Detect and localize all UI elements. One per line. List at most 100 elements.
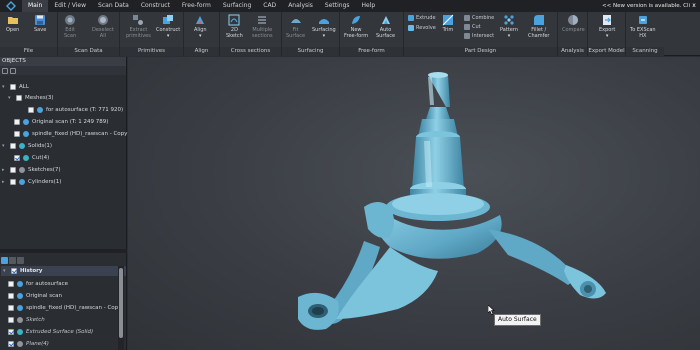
menu-surfacing[interactable]: Surfacing [217, 0, 257, 12]
panel-splitter[interactable] [0, 249, 127, 253]
filter-icon[interactable] [10, 67, 16, 74]
close-icon[interactable]: x [690, 0, 698, 12]
history-header[interactable]: ▾ History [1, 266, 126, 276]
menu-analysis[interactable]: Analysis [282, 0, 319, 12]
history-item[interactable]: for autosurface [8, 278, 68, 290]
save-button[interactable]: Save [34, 14, 46, 33]
collapse-all-icon[interactable] [2, 67, 8, 74]
ribbon-group-part-design: Extrude Revolve Trim Combine Cut Interse… [404, 12, 558, 56]
align-button[interactable]: Align ▾ [194, 14, 207, 39]
new-version-notice[interactable]: << New version is available. Cli [602, 0, 690, 12]
new-free-form-button[interactable]: New Free-form [344, 14, 368, 39]
expand-icon[interactable]: ▸ [2, 167, 7, 173]
2d-sketch-button[interactable]: 2D Sketch [226, 14, 243, 39]
pattern-button[interactable]: Pattern ▾ [500, 14, 518, 39]
menu-cad[interactable]: CAD [257, 0, 282, 12]
extrude-button[interactable]: Extrude [408, 15, 436, 21]
options-icon[interactable] [17, 256, 24, 264]
expand-icon[interactable]: ▸ [2, 179, 7, 185]
tree-checkbox[interactable] [28, 106, 34, 113]
cut-button[interactable]: Cut [464, 24, 481, 30]
menu-free-form[interactable]: Free-form [176, 0, 217, 12]
tree-checkbox[interactable] [10, 83, 16, 90]
sketch-icon [19, 166, 25, 173]
menu-scan-data[interactable]: Scan Data [92, 0, 135, 12]
history-item[interactable]: Plane(4) [8, 338, 49, 350]
history-checkbox-checked[interactable] [8, 341, 14, 347]
history-checkbox[interactable] [8, 305, 14, 311]
menu-bar: Main Edit / View Scan Data Construct Fre… [0, 0, 700, 12]
scrollbar-thumb[interactable] [119, 268, 123, 338]
history-item[interactable]: Sketch [8, 314, 45, 326]
edit-scan-icon [64, 14, 76, 26]
history-item[interactable]: Extruded Surface (Solid) [8, 326, 93, 338]
collapse-icon[interactable]: ▾ [8, 95, 13, 101]
menu-edit-view[interactable]: Edit / View [48, 0, 92, 12]
combine-button[interactable]: Combine [464, 15, 494, 21]
collapse-icon[interactable]: ▾ [2, 143, 7, 149]
3d-viewport[interactable]: Auto Surface [128, 57, 700, 350]
objects-panel-header: OBJECTS [0, 57, 126, 66]
spindle-model[interactable] [128, 57, 700, 350]
list-view-icon[interactable] [1, 256, 8, 264]
ribbon-group-export-model: Export ▾ Export Model [588, 12, 626, 56]
tree-item-spindle-fixed[interactable]: spindle_fixed (HD)_rawscan - Copy [14, 128, 127, 139]
fit-surface-button[interactable]: Fit Surface [286, 14, 305, 39]
collapse-icon[interactable]: ▾ [3, 268, 8, 274]
folder-icon [7, 14, 19, 26]
tree-checkbox-checked[interactable] [14, 154, 20, 161]
tree-checkbox[interactable] [16, 94, 22, 101]
history-scrollbar[interactable] [118, 266, 124, 350]
tree-item-meshes[interactable]: ▾ Meshes(3) [8, 92, 54, 103]
to-exscan-button[interactable]: To EXScan HX [630, 14, 656, 39]
objects-toolbar [0, 66, 126, 75]
trim-icon [442, 14, 454, 26]
deselect-all-button[interactable]: Deselect All [92, 14, 114, 39]
history-checkbox[interactable] [8, 293, 14, 299]
open-button[interactable]: Open [6, 14, 19, 33]
revolve-button[interactable]: Revolve [408, 25, 436, 31]
tree-checkbox[interactable] [14, 118, 20, 125]
surfacing-icon [318, 14, 330, 26]
trim-button[interactable]: Trim [442, 14, 454, 33]
ribbon-group-scanning: To EXScan HX Scanning [626, 12, 664, 56]
tree-item-cut[interactable]: Cut(4) [14, 152, 49, 163]
history-checkbox[interactable] [8, 281, 14, 287]
tree-item-sketches[interactable]: ▸ Sketches(7) [2, 164, 61, 175]
auto-surface-button[interactable]: Auto Surface [376, 14, 395, 39]
fit-surface-icon [290, 14, 302, 26]
menu-settings[interactable]: Settings [319, 0, 356, 12]
construct-button[interactable]: Construct ▾ [156, 14, 180, 39]
compare-button[interactable]: Compare [562, 14, 585, 33]
extract-primitives-button[interactable]: Extract primitives [126, 14, 151, 39]
tree-item-solids[interactable]: ▾ Solids(1) [2, 140, 52, 151]
tree-checkbox[interactable] [14, 130, 20, 137]
menu-main[interactable]: Main [22, 0, 49, 12]
tree-view-icon[interactable] [9, 256, 16, 264]
collapse-icon[interactable]: ▾ [2, 84, 7, 90]
menu-construct[interactable]: Construct [135, 0, 176, 12]
plane-icon [17, 341, 23, 347]
history-checkbox[interactable] [11, 268, 17, 274]
tree-item-for-autosurface[interactable]: for autosurface (T: 771 920) [28, 104, 123, 115]
menu-help[interactable]: Help [356, 0, 382, 12]
fillet-chamfer-button[interactable]: Fillet / Chamfer [528, 14, 550, 39]
app-logo-icon[interactable] [0, 0, 22, 12]
surfacing-button[interactable]: Surfacing ▾ [312, 14, 336, 39]
tree-item-cylinders[interactable]: ▸ Cylinders(1) [2, 176, 61, 187]
tree-item-all[interactable]: ▾ ALL [2, 81, 29, 92]
history-item[interactable]: Original scan [8, 290, 62, 302]
tree-item-original-scan[interactable]: Original scan (T: 1 249 789) [14, 116, 108, 127]
history-checkbox-checked[interactable] [8, 329, 14, 335]
tree-checkbox[interactable] [10, 178, 16, 185]
tree-checkbox[interactable] [10, 166, 16, 173]
intersect-button[interactable]: Intersect [464, 33, 494, 39]
deselect-icon [97, 14, 109, 26]
edit-scan-button[interactable]: Edit Scan [64, 14, 76, 39]
history-checkbox[interactable] [8, 317, 14, 323]
multiple-sections-button[interactable]: Multiple sections [252, 14, 273, 39]
tree-checkbox[interactable] [10, 142, 16, 149]
history-item[interactable]: spindle_fixed (HD)_rawscan - Copy [8, 302, 121, 314]
mesh-icon [37, 106, 43, 113]
export-button[interactable]: Export ▾ [599, 14, 615, 39]
